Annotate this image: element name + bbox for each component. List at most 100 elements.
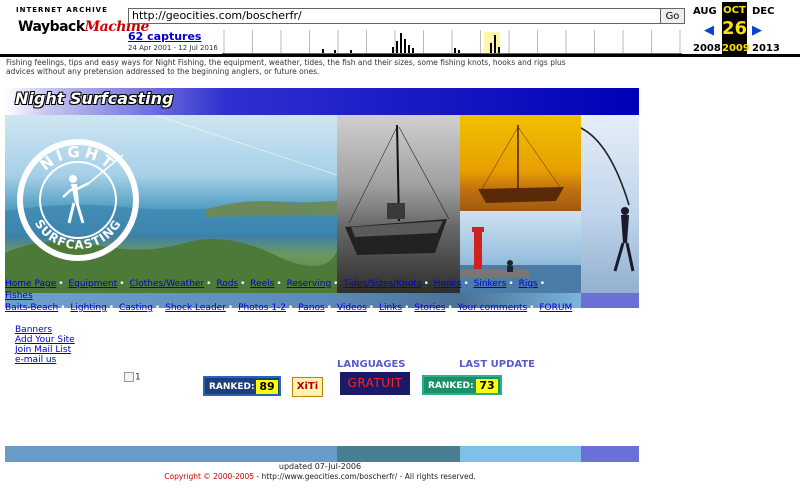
nav-separator: • <box>404 303 410 313</box>
nav-sinkers[interactable]: Sinkers <box>474 279 507 289</box>
graph-bar <box>400 33 402 53</box>
wayback-next-month[interactable]: DEC <box>752 6 774 17</box>
nav-rigs[interactable]: Rigs <box>519 279 538 289</box>
nav-separator: • <box>508 279 514 289</box>
wayback-url-input[interactable] <box>128 8 663 24</box>
wayback-logo-top: INTERNET ARCHIVE <box>16 6 108 14</box>
wayback-current-date: OCT 26 2009 <box>722 2 750 54</box>
wayback-toolbar: INTERNET ARCHIVE WaybackMachine Go 62 ca… <box>0 0 800 57</box>
banners-link[interactable]: Banners <box>15 325 75 335</box>
title-banner: Night Surfcasting <box>5 88 639 115</box>
copyright-text: - http://www.geocities.com/boscherfr/ - … <box>254 472 476 481</box>
wayback-logo[interactable]: INTERNET ARCHIVE WaybackMachine <box>10 6 149 46</box>
nav-separator: • <box>154 303 161 313</box>
nav-separator: • <box>108 303 115 313</box>
nav-hooks[interactable]: Hooks <box>434 279 462 289</box>
copyright: Copyright © 2000-2005 - http://www.geoci… <box>0 472 640 481</box>
graph-bar <box>396 41 398 53</box>
main-navigation: Home Page • Equipment • Clothes/Weather • R… <box>5 278 575 314</box>
email-us-link[interactable]: e-mail us <box>15 355 75 365</box>
page-title: Night Surfcasting <box>15 89 174 108</box>
xiti-badge[interactable]: XiTi <box>292 377 323 397</box>
graph-bar <box>334 50 336 53</box>
nav-separator: • <box>423 279 429 289</box>
prev-capture-arrow-icon[interactable]: ◀ <box>704 23 714 38</box>
graph-bar <box>458 50 460 53</box>
ranked-label: RANKED: <box>209 382 255 392</box>
graph-bar <box>498 47 500 53</box>
wayback-go-button[interactable]: Go <box>660 8 685 24</box>
nav-home-page[interactable]: Home Page <box>5 279 56 289</box>
footer-bar-segment <box>581 446 639 462</box>
wayback-captures-link[interactable]: 62 captures <box>128 30 201 43</box>
nav-photos[interactable]: Photos 1-2 <box>238 303 286 313</box>
nav-fishes[interactable]: Fishes <box>5 291 33 301</box>
ranked-badge-2[interactable]: RANKED: 73 <box>422 375 502 395</box>
footer-color-bar <box>5 446 639 462</box>
broken-image-icon <box>124 372 134 382</box>
side-links: Banners Add Your Site Join Mail List e-m… <box>15 325 75 365</box>
sunset-boat-photo <box>460 115 581 211</box>
casting-photo-art <box>581 127 635 272</box>
boat-photo <box>337 115 460 293</box>
nav-separator: • <box>539 279 546 289</box>
broken-image[interactable]: 1 <box>124 372 141 383</box>
footer-bar-segment <box>5 446 337 462</box>
banner-color-strip-end <box>581 293 639 308</box>
night-surfcasting-logo: NIGHT SURFCASTING <box>17 139 139 261</box>
nav-forum[interactable]: FORUM <box>539 303 572 313</box>
nav-tides-sizes-knots[interactable]: Tides/Sizes/Knots <box>343 279 421 289</box>
graph-bar <box>322 49 324 53</box>
languages-heading: LANGUAGES <box>337 359 406 370</box>
graph-bar <box>350 50 352 53</box>
next-capture-arrow-icon[interactable]: ▶ <box>752 23 762 38</box>
nav-links[interactable]: Links <box>379 303 402 313</box>
graph-bar <box>412 48 414 53</box>
nav-reels[interactable]: Reels <box>250 279 274 289</box>
nav-your-comments[interactable]: Your comments <box>458 303 528 313</box>
wayback-prev-month[interactable]: AUG <box>693 6 717 17</box>
nav-separator: • <box>119 279 125 289</box>
nav-shock-leader[interactable]: Shock Leader <box>165 303 226 313</box>
wayback-next-year[interactable]: 2013 <box>752 43 780 54</box>
nav-casting[interactable]: Casting <box>119 303 153 313</box>
nav-separator: • <box>276 279 282 289</box>
wayback-prev-year[interactable]: 2008 <box>693 43 721 54</box>
boat-photo-art <box>345 124 450 255</box>
ranked-badge[interactable]: RANKED: 89 <box>203 376 281 396</box>
footer-bar-segment <box>337 446 460 462</box>
nav-separator: • <box>240 279 246 289</box>
nav-separator: • <box>447 303 453 313</box>
current-year: 2009 <box>722 43 750 54</box>
nav-baits-beach[interactable]: Baits-Beach <box>5 303 58 313</box>
nav-panos[interactable]: Panos <box>298 303 324 313</box>
nav-clothes-weather[interactable]: Clothes/Weather <box>129 279 204 289</box>
join-mail-list-link[interactable]: Join Mail List <box>15 345 75 355</box>
broken-image-alt: 1 <box>135 372 141 383</box>
nav-separator: • <box>368 303 375 313</box>
last-update-heading: LAST UPDATE <box>459 359 535 370</box>
nav-stories[interactable]: Stories <box>414 303 445 313</box>
copyright-years: Copyright © 2000-2005 <box>164 472 255 481</box>
current-month: OCT <box>723 5 746 16</box>
nav-videos[interactable]: Videos <box>337 303 367 313</box>
wayback-logo-main-a: Wayback <box>18 19 85 35</box>
ranked-label: RANKED: <box>428 381 474 391</box>
gratuit-badge[interactable]: GRATUIT <box>340 372 410 395</box>
graph-capture-bars <box>322 33 500 53</box>
nav-reserving[interactable]: Reserving <box>287 279 332 289</box>
nav-separator: • <box>463 279 469 289</box>
footer-bar-segment <box>460 446 581 462</box>
casting-photo <box>581 115 639 293</box>
add-your-site-link[interactable]: Add Your Site <box>15 335 75 345</box>
sunset-boat-photo-art <box>478 125 564 203</box>
nav-rods[interactable]: Rods <box>216 279 238 289</box>
wayback-capture-graph[interactable] <box>222 26 682 54</box>
intro-text: Fishing feelings, tips and easy ways for… <box>6 58 566 76</box>
nav-lighting[interactable]: Lighting <box>70 303 106 313</box>
nav-separator: • <box>333 279 339 289</box>
current-day: 26 <box>722 18 748 39</box>
updated-date: updated 07-Jul-2006 <box>278 462 362 471</box>
nav-separator: • <box>58 279 64 289</box>
nav-equipment[interactable]: Equipment <box>68 279 117 289</box>
